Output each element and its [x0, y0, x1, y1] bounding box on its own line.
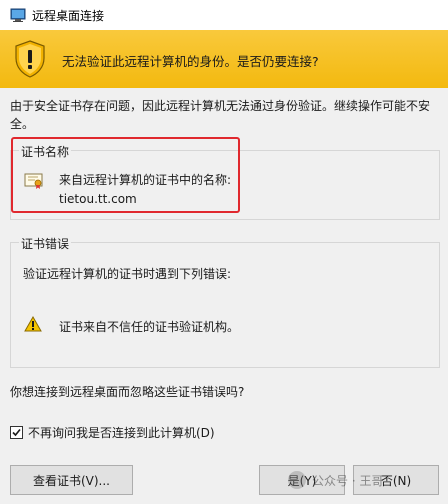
dont-ask-again-label[interactable]: 不再询问我是否连接到此计算机(D): [28, 424, 215, 441]
dont-ask-again-option[interactable]: 不再询问我是否连接到此计算机(D): [10, 424, 215, 441]
warning-message: 无法验证此远程计算机的身份。是否仍要连接?: [62, 54, 319, 69]
view-certificate-button[interactable]: 查看证书(V)...: [10, 465, 133, 495]
cert-error-item: 证书来自不信任的证书验证机构。: [59, 320, 240, 334]
cert-error-group: 证书错误 验证远程计算机的证书时遇到下列错误: 证书来自不信任的证书验证机构。: [10, 235, 440, 368]
watermark: 公众号 · 王哥: [288, 468, 448, 492]
watermark-logo-icon: [288, 471, 306, 489]
window-title: 远程桌面连接: [32, 9, 105, 23]
dont-ask-again-checkbox[interactable]: [10, 426, 23, 439]
title-bar: 远程桌面连接: [0, 0, 448, 30]
cert-error-description: 验证远程计算机的证书时遇到下列错误:: [23, 267, 232, 281]
warning-banner: 无法验证此远程计算机的身份。是否仍要连接?: [0, 30, 448, 88]
warning-icon: [24, 315, 42, 332]
watermark-text: 公众号 · 王哥: [312, 473, 384, 488]
cert-error-group-label: 证书错误: [19, 235, 72, 252]
confirm-question: 你想连接到远程桌面而忽略这些证书错误吗?: [10, 385, 245, 399]
remote-desktop-icon: [10, 7, 26, 23]
security-shield-icon: [14, 40, 46, 78]
intro-text: 由于安全证书存在问题，因此远程计算机无法通过身份验证。继续操作可能不安全。: [10, 99, 431, 131]
annotation-highlight-box: [11, 137, 240, 213]
